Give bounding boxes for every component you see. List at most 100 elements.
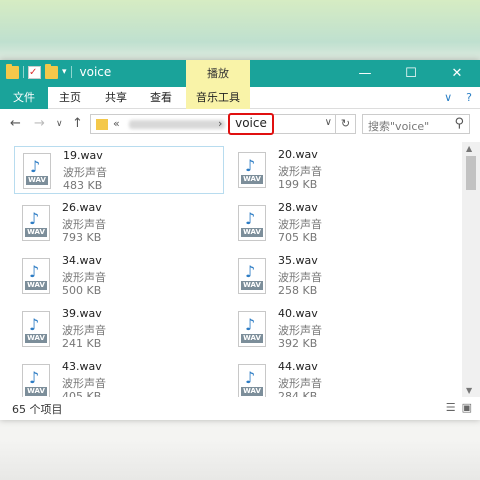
file-type: 波形声音 (63, 166, 107, 179)
file-item[interactable]: ♪ WAV 40.wav 波形声音 392 KB (230, 305, 440, 353)
file-size: 258 KB (278, 284, 318, 297)
wav-label: WAV (241, 387, 263, 396)
window-title: voice (79, 65, 112, 79)
up-button[interactable]: ↑ (72, 116, 83, 131)
audio-file-icon: ♪ WAV (238, 311, 266, 347)
maximize-button[interactable]: ☐ (388, 60, 434, 87)
desktop-background (0, 0, 480, 60)
music-note-icon: ♪ (29, 315, 40, 334)
redacted-path (129, 120, 225, 129)
breadcrumb-current-highlight[interactable]: voice (228, 113, 274, 135)
file-size: 405 KB (62, 390, 102, 397)
file-item[interactable]: ♪ WAV 34.wav 波形声音 500 KB (14, 252, 224, 300)
file-type: 波形声音 (278, 377, 322, 390)
music-note-icon: ♪ (245, 156, 256, 175)
folder-icon (96, 119, 108, 130)
file-name: 19.wav (63, 149, 103, 162)
tab-view[interactable]: 查看 (141, 87, 181, 109)
tab-share[interactable]: 共享 (95, 87, 137, 109)
scroll-down-icon[interactable]: ▼ (466, 386, 472, 395)
tab-music-tools[interactable]: 音乐工具 (186, 87, 250, 109)
close-button[interactable]: ✕ (434, 60, 480, 87)
file-type: 波形声音 (278, 324, 322, 337)
minimize-button[interactable]: — (342, 60, 388, 87)
file-item[interactable]: ♪ WAV 35.wav 波形声音 258 KB (230, 252, 440, 300)
help-icon[interactable]: ? (466, 91, 472, 104)
collapse-ribbon-icon[interactable]: ∨ (444, 91, 452, 104)
file-item[interactable]: ♪ WAV 44.wav 波形声音 284 KB (230, 358, 440, 397)
file-size: 284 KB (278, 390, 318, 397)
file-item[interactable]: ♪ WAV 19.wav 波形声音 483 KB (14, 146, 224, 194)
music-note-icon: ♪ (29, 368, 40, 387)
audio-file-icon: ♪ WAV (23, 153, 51, 189)
file-name: 28.wav (278, 201, 318, 214)
breadcrumb-separator[interactable]: › (218, 117, 222, 130)
file-item[interactable]: ♪ WAV 39.wav 波形声音 241 KB (14, 305, 224, 353)
file-item[interactable]: ♪ WAV 26.wav 波形声音 793 KB (14, 199, 224, 247)
explorer-window: ▾ voice 播放 — ☐ ✕ 文件 主页 共享 查看 音乐工具 ∨ ? ← … (0, 60, 480, 420)
address-dropdown-icon[interactable]: ∨ (325, 117, 332, 128)
audio-file-icon: ♪ WAV (238, 205, 266, 241)
wav-label: WAV (241, 281, 263, 290)
file-type: 波形声音 (278, 271, 322, 284)
audio-file-icon: ♪ WAV (22, 364, 50, 397)
music-note-icon: ♪ (245, 262, 256, 281)
overflow-chevron[interactable]: « (113, 117, 120, 130)
vertical-scrollbar[interactable]: ▲ ▼ (462, 142, 480, 397)
separator (23, 66, 24, 78)
refresh-button[interactable]: ↻ (336, 114, 356, 134)
file-name: 43.wav (62, 360, 102, 373)
folder-icon[interactable] (6, 63, 19, 79)
search-box[interactable]: 搜索"voice" ⚲ (362, 114, 470, 134)
file-name: 44.wav (278, 360, 318, 373)
forward-button[interactable]: → (34, 116, 45, 131)
file-name: 20.wav (278, 148, 318, 161)
ribbon-controls: ∨ ? (444, 91, 472, 104)
wav-label: WAV (25, 281, 47, 290)
wav-label: WAV (25, 387, 47, 396)
window-controls: — ☐ ✕ (342, 60, 480, 87)
file-type: 波形声音 (278, 165, 322, 178)
file-name: 39.wav (62, 307, 102, 320)
file-name: 34.wav (62, 254, 102, 267)
large-icons-view-icon[interactable]: ▣ (462, 401, 472, 414)
file-size: 241 KB (62, 337, 102, 350)
music-note-icon: ♪ (30, 157, 41, 176)
audio-file-icon: ♪ WAV (22, 311, 50, 347)
back-button[interactable]: ← (10, 116, 21, 131)
recent-locations-button[interactable]: ∨ (56, 119, 63, 129)
tab-file[interactable]: 文件 (0, 87, 48, 109)
audio-file-icon: ♪ WAV (22, 258, 50, 294)
address-bar[interactable]: « › voice ∨ (90, 113, 336, 135)
file-item[interactable]: ♪ WAV 43.wav 波形声音 405 KB (14, 358, 224, 397)
file-size: 793 KB (62, 231, 102, 244)
context-tab-play[interactable]: 播放 (186, 60, 250, 87)
audio-file-icon: ♪ WAV (238, 258, 266, 294)
file-type: 波形声音 (278, 218, 322, 231)
separator (70, 66, 72, 78)
scroll-up-icon[interactable]: ▲ (466, 144, 472, 153)
tab-home[interactable]: 主页 (50, 87, 90, 109)
audio-file-icon: ♪ WAV (238, 364, 266, 397)
file-item[interactable]: ♪ WAV 20.wav 波形声音 199 KB (230, 146, 440, 194)
details-view-icon[interactable]: ☰ (446, 401, 456, 414)
audio-file-icon: ♪ WAV (22, 205, 50, 241)
scrollbar-thumb[interactable] (466, 156, 476, 190)
view-switcher: ☰ ▣ (446, 401, 472, 414)
audio-file-icon: ♪ WAV (238, 152, 266, 188)
file-item[interactable]: ♪ WAV 28.wav 波形声音 705 KB (230, 199, 440, 247)
file-type: 波形声音 (62, 324, 106, 337)
customize-dropdown-icon[interactable]: ▾ (62, 67, 67, 77)
wav-label: WAV (25, 334, 47, 343)
new-folder-icon[interactable] (45, 63, 58, 79)
file-size: 199 KB (278, 178, 318, 191)
file-size: 500 KB (62, 284, 102, 297)
properties-icon[interactable] (28, 65, 41, 79)
status-bar: 65 个项目 ☰ ▣ (0, 398, 480, 418)
wav-label: WAV (26, 176, 48, 185)
music-note-icon: ♪ (29, 262, 40, 281)
search-icon[interactable]: ⚲ (454, 116, 464, 131)
music-note-icon: ♪ (245, 368, 256, 387)
item-count: 65 个项目 (12, 403, 63, 416)
wav-label: WAV (241, 334, 263, 343)
